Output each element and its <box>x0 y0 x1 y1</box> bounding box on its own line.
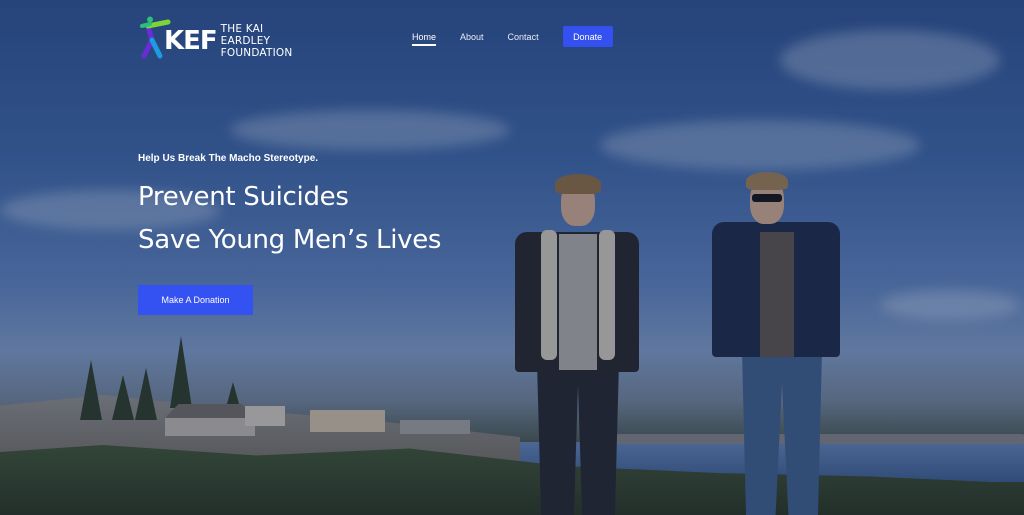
hero-headline: Prevent Suicides Save Young Men’s Lives <box>138 176 441 262</box>
main-nav: Home About Contact Donate <box>412 26 613 47</box>
nav-home[interactable]: Home <box>412 32 437 46</box>
headline-line-1: Prevent Suicides <box>138 182 349 212</box>
logo-name-line1: THE KAI EARDLEY <box>220 23 271 47</box>
site-logo[interactable]: KEF THE KAI EARDLEY FOUNDATION <box>138 14 298 62</box>
nav-contact[interactable]: Contact <box>508 32 539 42</box>
logo-name-line2: FOUNDATION <box>220 47 293 59</box>
hero-tagline: Help Us Break The Macho Stereotype. <box>138 153 319 164</box>
make-donation-button[interactable]: Make A Donation <box>138 285 253 315</box>
logo-name: THE KAI EARDLEY FOUNDATION <box>221 23 298 59</box>
nav-about[interactable]: About <box>460 32 484 42</box>
nav-donate-button[interactable]: Donate <box>562 26 613 47</box>
headline-line-2: Save Young Men’s Lives <box>138 225 442 255</box>
logo-figure-icon <box>138 16 171 60</box>
